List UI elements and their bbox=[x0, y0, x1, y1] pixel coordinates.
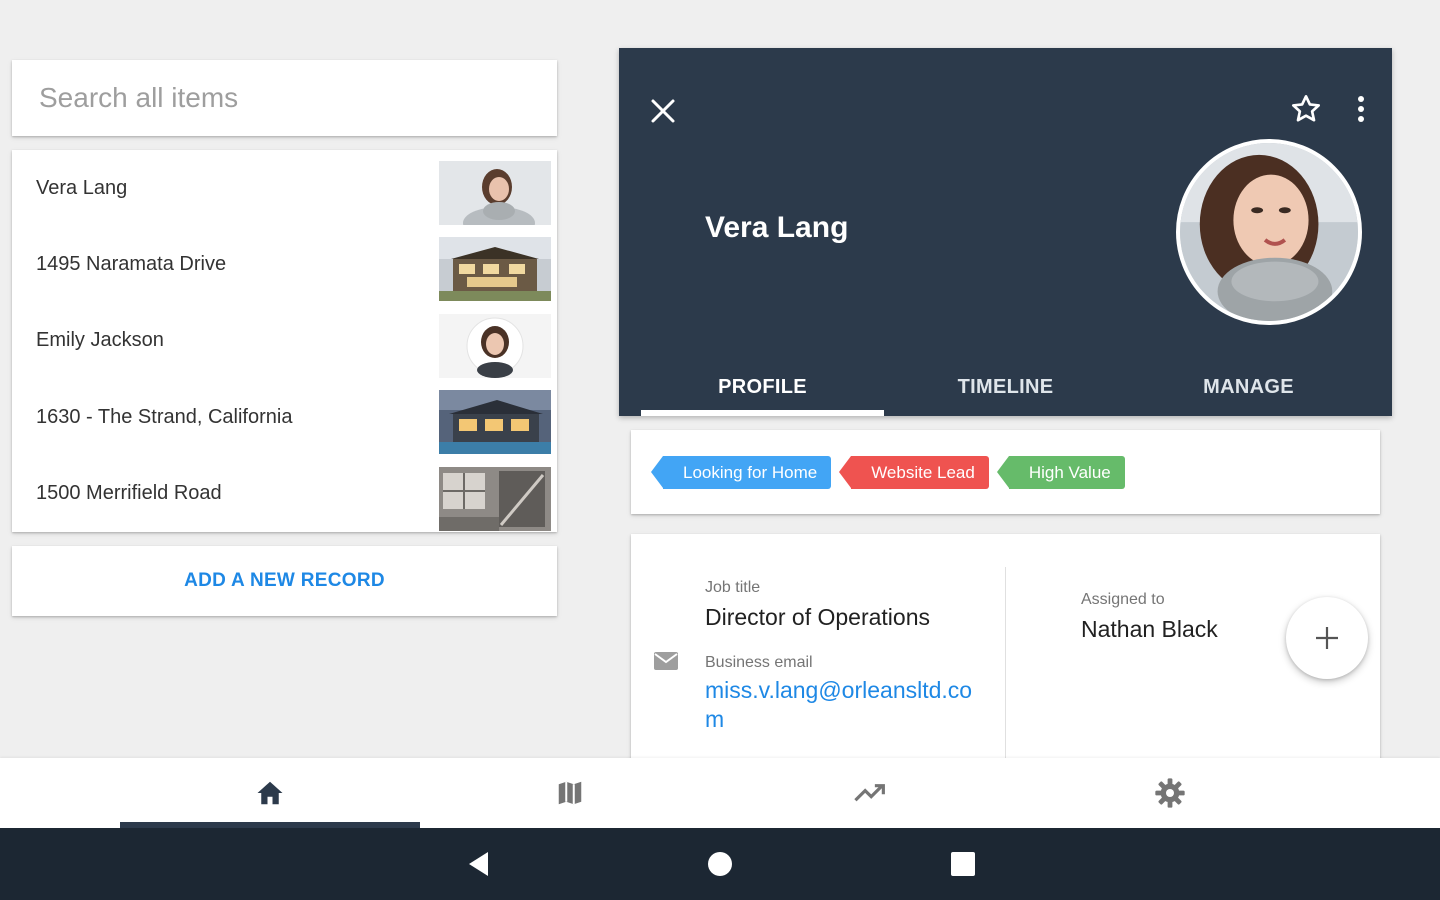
nav-home[interactable] bbox=[120, 758, 420, 828]
settings-icon bbox=[1155, 778, 1185, 808]
list-item-label: Emily Jackson bbox=[36, 329, 164, 352]
house-thumbnail bbox=[439, 390, 551, 455]
assigned-to-label: Assigned to bbox=[1081, 591, 1165, 608]
tag-high-value[interactable]: High Value bbox=[996, 455, 1125, 489]
divider bbox=[1005, 567, 1006, 764]
tags-card: Looking for Home Website Lead High Value bbox=[631, 430, 1380, 514]
more-vert-icon[interactable] bbox=[1349, 90, 1373, 128]
job-title-label: Job title bbox=[705, 579, 761, 596]
star-outline-icon[interactable] bbox=[1287, 90, 1325, 128]
add-button[interactable] bbox=[1286, 597, 1368, 679]
search-bar[interactable] bbox=[12, 60, 557, 136]
back-icon[interactable] bbox=[457, 842, 501, 886]
person-thumbnail bbox=[439, 313, 551, 378]
list-item-vera-lang[interactable]: Vera Lang bbox=[12, 150, 557, 226]
system-navigation-bar bbox=[0, 828, 1440, 900]
tag-looking-for-home[interactable]: Looking for Home bbox=[650, 455, 832, 489]
trending-up-icon bbox=[854, 784, 885, 802]
tab-timeline[interactable]: TIMELINE bbox=[884, 358, 1127, 416]
list-item-1500-merrifield-road[interactable]: 1500 Merrifield Road bbox=[12, 456, 557, 532]
list-item-label: Vera Lang bbox=[36, 176, 128, 199]
list-item-label: 1495 Naramata Drive bbox=[36, 253, 227, 276]
add-new-record-label: ADD A NEW RECORD bbox=[184, 570, 385, 591]
list-item-label: 1500 Merrifield Road bbox=[36, 482, 222, 505]
recents-icon[interactable] bbox=[941, 842, 985, 886]
person-thumbnail bbox=[439, 161, 551, 225]
details-card: Job title Director of Operations Busines… bbox=[631, 534, 1380, 764]
home-circle-icon[interactable] bbox=[698, 842, 742, 886]
assigned-to-value: Nathan Black bbox=[1081, 616, 1218, 642]
mail-icon bbox=[653, 651, 679, 676]
tag-website-lead[interactable]: Website Lead bbox=[839, 455, 989, 489]
tab-manage[interactable]: MANAGE bbox=[1127, 358, 1370, 416]
avatar bbox=[1176, 139, 1362, 325]
business-email-label: Business email bbox=[705, 654, 813, 671]
list-item-1495-naramata-drive[interactable]: 1495 Naramata Drive bbox=[12, 226, 557, 302]
list-item-1630-the-strand[interactable]: 1630 - The Strand, California bbox=[12, 379, 557, 455]
close-icon[interactable] bbox=[645, 93, 681, 129]
nav-settings[interactable] bbox=[1020, 758, 1320, 828]
nav-trending[interactable] bbox=[720, 758, 1020, 828]
tab-profile[interactable]: PROFILE bbox=[641, 358, 884, 416]
map-icon bbox=[558, 781, 582, 805]
bottom-navigation bbox=[0, 758, 1440, 828]
job-title-value: Director of Operations bbox=[705, 604, 930, 630]
nav-map[interactable] bbox=[420, 758, 720, 828]
profile-tabs: PROFILE TIMELINE MANAGE bbox=[641, 358, 1370, 416]
list-item-label: 1630 - The Strand, California bbox=[36, 405, 293, 428]
house-thumbnail bbox=[439, 237, 551, 302]
record-list: Vera Lang 1495 Naramata Drive Emily Jack… bbox=[12, 150, 557, 532]
search-input[interactable] bbox=[37, 81, 557, 115]
business-email-link[interactable]: miss.v.lang@orleansltd.com bbox=[705, 676, 975, 734]
list-item-emily-jackson[interactable]: Emily Jackson bbox=[12, 303, 557, 379]
profile-name: Vera Lang bbox=[705, 211, 849, 244]
interior-thumbnail bbox=[439, 466, 551, 531]
home-icon bbox=[257, 781, 283, 805]
plus-icon bbox=[1316, 627, 1338, 649]
profile-header: Vera Lang PROFILE TIMELINE MANAGE bbox=[619, 48, 1392, 416]
add-new-record-button[interactable]: ADD A NEW RECORD bbox=[12, 546, 557, 616]
